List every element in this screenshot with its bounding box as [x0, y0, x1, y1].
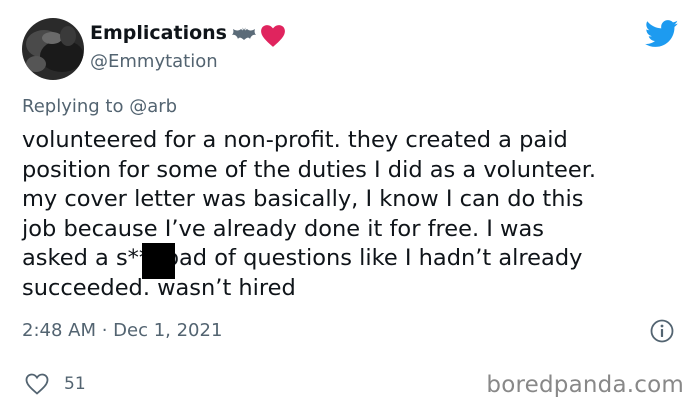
reply-prefix: Replying to: [22, 96, 124, 117]
avatar-photo: [22, 18, 84, 80]
reply-context: Replying to @arb: [22, 96, 177, 117]
tweet-timestamp[interactable]: 2:48 AM · Dec 1, 2021: [22, 320, 222, 341]
censor-box: [142, 243, 175, 279]
bat-icon: [232, 26, 256, 45]
info-icon[interactable]: [650, 319, 674, 347]
red-heart-icon: [260, 24, 286, 52]
heart-outline-icon[interactable]: [25, 373, 49, 399]
source-watermark: boredpanda.com: [486, 372, 684, 398]
reply-handle-link[interactable]: @arb: [129, 96, 177, 117]
author-handle[interactable]: @Emmytation: [90, 51, 218, 72]
display-name[interactable]: Emplications: [90, 22, 227, 44]
like-count: 51: [64, 374, 86, 394]
tweet-text: volunteered for a non-profit. they creat…: [22, 127, 597, 301]
twitter-bird-icon[interactable]: [644, 20, 679, 52]
avatar[interactable]: [22, 18, 84, 80]
